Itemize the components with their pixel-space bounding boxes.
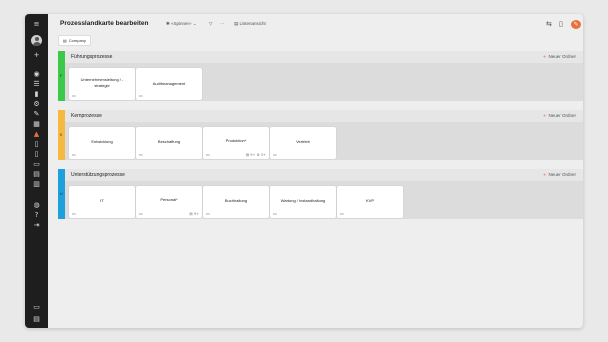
section-title: Unterstützungsprozesse [71,172,125,178]
process-card[interactable]: Entwicklung ▭ [69,127,135,159]
folder-icon: ▭ [206,211,210,216]
table-icon: ▤ [234,22,239,27]
section-header: Kernprozesse +Neuer Ordner ⌃ [65,110,583,122]
folder-icon: ▭ [340,211,344,216]
structure-icon[interactable]: ⇆ [546,20,552,28]
section-header: Unterstützungsprozesse +Neuer Ordner ⌃ [65,169,583,181]
list-view-button[interactable]: ▤ Listenansicht [234,21,266,27]
process-card[interactable]: Unternehmensleitung / -strategie ▭ [69,68,135,100]
filter-icon: ▽ [209,22,213,27]
clipboard-icon[interactable]: ▮ [30,90,43,98]
globe-icon[interactable]: ◍ [30,201,43,209]
process-card[interactable]: Buchhaltung ▭ [203,186,269,218]
list-icon[interactable]: ☰ [30,80,43,88]
section-unterstuetzungsprozesse: U Unterstützungsprozesse +Neuer Ordner ⌃… [58,169,583,219]
folder-icon: ▭ [72,152,76,157]
section-title: Kernprozesse [71,113,102,119]
page-title: Prozesslandkarte bearbeiten [60,20,149,27]
grid-icon[interactable]: ▦ [30,120,43,128]
folder-icon: ▭ [273,152,277,157]
document-icon[interactable]: ▯ [30,140,43,148]
star-icon: ✱ [166,22,170,27]
plus-icon: + [542,114,547,119]
folder-icon: ▭ [72,93,76,98]
process-card[interactable]: Beschaffung ▭ [136,127,202,159]
process-card[interactable]: IT ▭ [69,186,135,218]
avatar[interactable] [31,35,42,46]
add-icon[interactable]: + [30,51,43,59]
section-header: Führungsprozesse +Neuer Ordner ⌃ [65,51,583,63]
process-card[interactable]: Auditmanagement ▭ [136,68,202,100]
tools-icon[interactable]: ✎ [30,110,43,118]
folder-icon: ▭ [139,152,143,157]
main-area: Prozesslandkarte bearbeiten ✱ «Spinner» … [48,14,583,328]
process-card[interactable]: KVP ▭ [337,186,403,218]
filter-button[interactable]: ▽ [209,21,212,27]
file-icon[interactable]: ▯ [30,150,43,158]
folder-bottom-icon[interactable]: ▭ [30,303,43,311]
dashboard-icon[interactable]: ◉ [30,70,43,78]
process-card[interactable]: Wartung / Instandhaltung ▭ [270,186,336,218]
folder-icon: ▭ [273,211,277,216]
process-card[interactable]: Vertrieb ▭ [270,127,336,159]
view-selector[interactable]: ✱ «Spinner» ⌄ [166,21,197,27]
menu-icon[interactable]: ≡ [30,20,43,28]
folder-icon: ▭ [139,211,143,216]
sidebar: ≡ + ◉ ☰ ▮ ⚙ ✎ ▦ ▲ ▯ ▯ ▭ ▤ ▥ ◍ ? ⇥ ▭ ▤ [25,14,48,328]
document-icon: ▤ [63,38,67,43]
section-color-bar: K [58,110,65,160]
edit-button[interactable]: ✎ [571,20,581,29]
section-kernprozesse: K Kernprozesse +Neuer Ordner ⌃ Entwicklu… [58,110,583,160]
toolbar: Prozesslandkarte bearbeiten ✱ «Spinner» … [48,14,583,36]
section-fuehrungsprozesse: F Führungsprozesse +Neuer Ordner ⌃ Unter… [58,51,583,101]
process-map-icon[interactable]: ▲ [30,130,43,138]
archive-icon[interactable]: ▤ [30,315,43,323]
logout-icon[interactable]: ⇥ [30,221,43,229]
plus-icon: + [542,55,547,60]
folder-icon: ▭ [72,211,76,216]
folder-icon[interactable]: ▭ [30,160,43,168]
folder-icon: ▭ [206,152,210,157]
section-color-bar: F [58,51,65,101]
new-folder-button[interactable]: + Neuer Ordner [543,54,576,60]
help-icon[interactable]: ? [30,211,43,219]
section-title: Führungsprozesse [71,54,113,60]
plus-icon: + [542,173,547,178]
folder-icon: ▭ [139,93,143,98]
table-icon[interactable]: ▤ [30,170,43,178]
section-color-bar: U [58,169,65,219]
book-icon[interactable]: ▯ [559,20,563,28]
more-button[interactable]: ··· [220,21,225,26]
card-meta: ▤ 9+ [189,212,199,216]
pencil-icon: ✎ [573,21,579,28]
app-window: ≡ + ◉ ☰ ▮ ⚙ ✎ ▦ ▲ ▯ ▯ ▭ ▤ ▥ ◍ ? ⇥ ▭ ▤ Pr… [25,14,583,328]
company-chip[interactable]: ▤ Company [58,35,91,46]
new-folder-button[interactable]: + Neuer Ordner [543,172,576,178]
process-card[interactable]: Produktion* ▭ ▤ 9+ ⚙ 3+ [203,127,269,159]
new-folder-button[interactable]: + Neuer Ordner [543,113,576,119]
chevron-down-icon: ⌄ [192,22,197,27]
building-icon[interactable]: ▥ [30,180,43,188]
settings-icon[interactable]: ⚙ [30,100,43,108]
process-card[interactable]: Personal* ▭ ▤ 9+ [136,186,202,218]
card-meta: ▤ 9+ ⚙ 3+ [245,153,266,157]
